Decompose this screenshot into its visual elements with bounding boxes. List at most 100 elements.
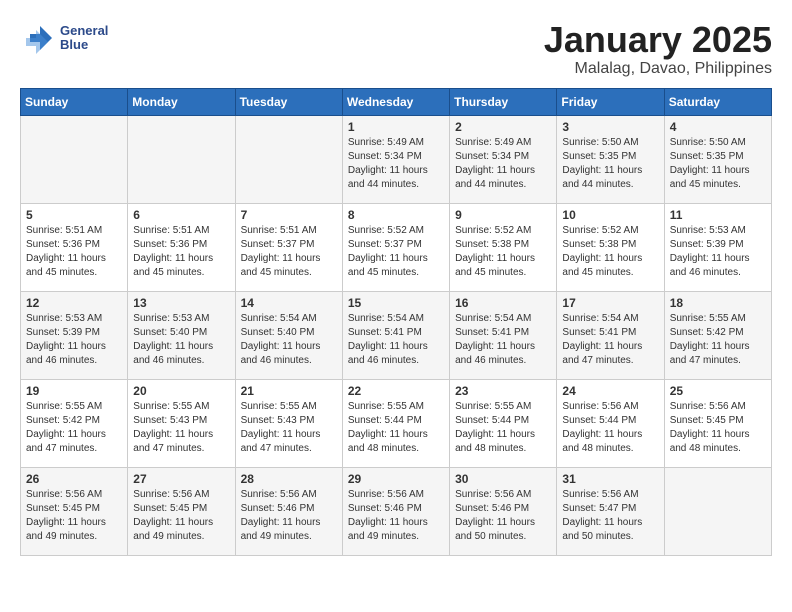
calendar-week-row: 1 Sunrise: 5:49 AM Sunset: 5:34 PM Daylig… bbox=[21, 115, 772, 203]
day-info: Sunrise: 5:54 AM Sunset: 5:40 PM Dayligh… bbox=[241, 312, 337, 368]
calendar-cell: 24 Sunrise: 5:56 AM Sunset: 5:44 PM Dayli… bbox=[557, 379, 664, 467]
calendar-cell bbox=[21, 115, 128, 203]
weekday-header: Monday bbox=[128, 88, 235, 115]
logo: General Blue bbox=[20, 20, 108, 56]
calendar-cell: 27Sunrise: 5:56 AM Sunset: 5:45 PM Dayli… bbox=[128, 467, 235, 555]
day-info: Sunrise: 5:54 AM Sunset: 5:41 PM Dayligh… bbox=[348, 312, 444, 368]
calendar-cell: 10 Sunrise: 5:52 AM Sunset: 5:38 PM Dayli… bbox=[557, 203, 664, 291]
day-number: 2 bbox=[455, 120, 551, 134]
calendar-cell: 11 Sunrise: 5:53 AM Sunset: 5:39 PM Dayli… bbox=[664, 203, 771, 291]
day-number: 30 bbox=[455, 472, 551, 486]
day-info: Sunrise: 5:52 AM Sunset: 5:38 PM Dayligh… bbox=[455, 224, 551, 280]
calendar-week-row: 26 Sunrise: 5:56 AM Sunset: 5:45 PM Dayli… bbox=[21, 467, 772, 555]
calendar-cell: 3 Sunrise: 5:50 AM Sunset: 5:35 PM Daylig… bbox=[557, 115, 664, 203]
title-block: January 2025 Malalag, Davao, Philippines bbox=[544, 20, 772, 78]
calendar-cell: 28 Sunrise: 5:56 AM Sunset: 5:46 PM Dayli… bbox=[235, 467, 342, 555]
calendar-cell: 4Sunrise: 5:50 AM Sunset: 5:35 PM Daylig… bbox=[664, 115, 771, 203]
calendar-cell: 19 Sunrise: 5:55 AM Sunset: 5:42 PM Dayli… bbox=[21, 379, 128, 467]
weekday-header: Saturday bbox=[664, 88, 771, 115]
weekday-header: Thursday bbox=[450, 88, 557, 115]
calendar-cell: 18Sunrise: 5:55 AM Sunset: 5:42 PM Dayli… bbox=[664, 291, 771, 379]
day-number: 22 bbox=[348, 384, 444, 398]
weekday-header: Tuesday bbox=[235, 88, 342, 115]
logo-icon bbox=[20, 20, 56, 56]
day-info: Sunrise: 5:56 AM Sunset: 5:44 PM Dayligh… bbox=[562, 400, 658, 456]
calendar-week-row: 12 Sunrise: 5:53 AM Sunset: 5:39 PM Dayli… bbox=[21, 291, 772, 379]
calendar-cell: 15 Sunrise: 5:54 AM Sunset: 5:41 PM Dayli… bbox=[342, 291, 449, 379]
day-info: Sunrise: 5:53 AM Sunset: 5:39 PM Dayligh… bbox=[26, 312, 122, 368]
calendar-cell: 1 Sunrise: 5:49 AM Sunset: 5:34 PM Daylig… bbox=[342, 115, 449, 203]
calendar-cell: 7Sunrise: 5:51 AM Sunset: 5:37 PM Daylig… bbox=[235, 203, 342, 291]
day-number: 15 bbox=[348, 296, 444, 310]
calendar-cell: 22 Sunrise: 5:55 AM Sunset: 5:44 PM Dayli… bbox=[342, 379, 449, 467]
day-number: 10 bbox=[562, 208, 658, 222]
day-number: 9 bbox=[455, 208, 551, 222]
day-number: 24 bbox=[562, 384, 658, 398]
day-info: Sunrise: 5:56 AM Sunset: 5:46 PM Dayligh… bbox=[348, 488, 444, 544]
day-info: Sunrise: 5:56 AM Sunset: 5:47 PM Dayligh… bbox=[562, 488, 658, 544]
calendar-week-row: 5 Sunrise: 5:51 AM Sunset: 5:36 PM Daylig… bbox=[21, 203, 772, 291]
month-title: January 2025 bbox=[544, 20, 772, 60]
day-number: 23 bbox=[455, 384, 551, 398]
day-number: 5 bbox=[26, 208, 122, 222]
calendar-cell: 25Sunrise: 5:56 AM Sunset: 5:45 PM Dayli… bbox=[664, 379, 771, 467]
day-number: 29 bbox=[348, 472, 444, 486]
day-number: 25 bbox=[670, 384, 766, 398]
calendar-week-row: 19 Sunrise: 5:55 AM Sunset: 5:42 PM Dayli… bbox=[21, 379, 772, 467]
calendar-cell: 16Sunrise: 5:54 AM Sunset: 5:41 PM Dayli… bbox=[450, 291, 557, 379]
day-info: Sunrise: 5:53 AM Sunset: 5:40 PM Dayligh… bbox=[133, 312, 229, 368]
day-number: 8 bbox=[348, 208, 444, 222]
calendar-cell bbox=[235, 115, 342, 203]
calendar-table: SundayMondayTuesdayWednesdayThursdayFrid… bbox=[20, 88, 772, 556]
calendar-cell: 14Sunrise: 5:54 AM Sunset: 5:40 PM Dayli… bbox=[235, 291, 342, 379]
day-info: Sunrise: 5:52 AM Sunset: 5:38 PM Dayligh… bbox=[562, 224, 658, 280]
day-number: 19 bbox=[26, 384, 122, 398]
day-number: 26 bbox=[26, 472, 122, 486]
weekday-header: Wednesday bbox=[342, 88, 449, 115]
day-number: 11 bbox=[670, 208, 766, 222]
day-number: 28 bbox=[241, 472, 337, 486]
day-number: 12 bbox=[26, 296, 122, 310]
day-info: Sunrise: 5:55 AM Sunset: 5:44 PM Dayligh… bbox=[348, 400, 444, 456]
day-info: Sunrise: 5:56 AM Sunset: 5:45 PM Dayligh… bbox=[133, 488, 229, 544]
day-info: Sunrise: 5:51 AM Sunset: 5:36 PM Dayligh… bbox=[26, 224, 122, 280]
calendar-cell: 9 Sunrise: 5:52 AM Sunset: 5:38 PM Daylig… bbox=[450, 203, 557, 291]
calendar-cell: 2Sunrise: 5:49 AM Sunset: 5:34 PM Daylig… bbox=[450, 115, 557, 203]
calendar-cell: 8Sunrise: 5:52 AM Sunset: 5:37 PM Daylig… bbox=[342, 203, 449, 291]
day-info: Sunrise: 5:49 AM Sunset: 5:34 PM Dayligh… bbox=[348, 136, 444, 192]
calendar-cell bbox=[664, 467, 771, 555]
day-info: Sunrise: 5:51 AM Sunset: 5:37 PM Dayligh… bbox=[241, 224, 337, 280]
day-info: Sunrise: 5:55 AM Sunset: 5:44 PM Dayligh… bbox=[455, 400, 551, 456]
logo-text: General Blue bbox=[60, 24, 108, 53]
day-number: 3 bbox=[562, 120, 658, 134]
calendar-cell: 6Sunrise: 5:51 AM Sunset: 5:36 PM Daylig… bbox=[128, 203, 235, 291]
day-info: Sunrise: 5:55 AM Sunset: 5:42 PM Dayligh… bbox=[26, 400, 122, 456]
day-info: Sunrise: 5:50 AM Sunset: 5:35 PM Dayligh… bbox=[562, 136, 658, 192]
logo-line1: General bbox=[60, 24, 108, 38]
day-info: Sunrise: 5:54 AM Sunset: 5:41 PM Dayligh… bbox=[455, 312, 551, 368]
day-number: 21 bbox=[241, 384, 337, 398]
day-number: 17 bbox=[562, 296, 658, 310]
day-info: Sunrise: 5:55 AM Sunset: 5:43 PM Dayligh… bbox=[133, 400, 229, 456]
day-info: Sunrise: 5:55 AM Sunset: 5:43 PM Dayligh… bbox=[241, 400, 337, 456]
calendar-cell: 12 Sunrise: 5:53 AM Sunset: 5:39 PM Dayli… bbox=[21, 291, 128, 379]
day-info: Sunrise: 5:53 AM Sunset: 5:39 PM Dayligh… bbox=[670, 224, 766, 280]
calendar-cell: 31Sunrise: 5:56 AM Sunset: 5:47 PM Dayli… bbox=[557, 467, 664, 555]
day-info: Sunrise: 5:56 AM Sunset: 5:46 PM Dayligh… bbox=[241, 488, 337, 544]
calendar-cell bbox=[128, 115, 235, 203]
logo-line2: Blue bbox=[60, 38, 108, 52]
calendar-cell: 26Sunrise: 5:56 AM Sunset: 5:45 PM Dayli… bbox=[21, 467, 128, 555]
day-number: 1 bbox=[348, 120, 444, 134]
calendar-cell: 20Sunrise: 5:55 AM Sunset: 5:43 PM Dayli… bbox=[128, 379, 235, 467]
calendar-cell: 17 Sunrise: 5:54 AM Sunset: 5:41 PM Dayli… bbox=[557, 291, 664, 379]
day-number: 4 bbox=[670, 120, 766, 134]
calendar-cell: 29 Sunrise: 5:56 AM Sunset: 5:46 PM Dayli… bbox=[342, 467, 449, 555]
day-number: 13 bbox=[133, 296, 229, 310]
day-info: Sunrise: 5:55 AM Sunset: 5:42 PM Dayligh… bbox=[670, 312, 766, 368]
day-info: Sunrise: 5:56 AM Sunset: 5:46 PM Dayligh… bbox=[455, 488, 551, 544]
weekday-header: Sunday bbox=[21, 88, 128, 115]
day-info: Sunrise: 5:54 AM Sunset: 5:41 PM Dayligh… bbox=[562, 312, 658, 368]
calendar-cell: 30 Sunrise: 5:56 AM Sunset: 5:46 PM Dayli… bbox=[450, 467, 557, 555]
weekday-header: Friday bbox=[557, 88, 664, 115]
page-header: General Blue January 2025 Malalag, Davao… bbox=[20, 20, 772, 78]
